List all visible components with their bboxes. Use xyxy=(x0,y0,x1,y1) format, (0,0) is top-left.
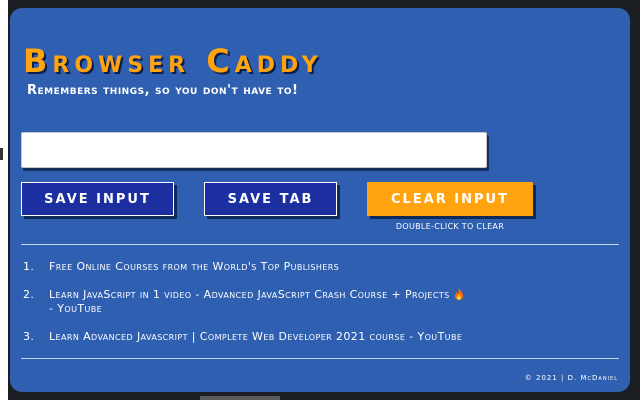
list-item: 1. Free Online Courses from the World's … xyxy=(21,260,619,274)
save-tab-button[interactable]: SAVE TAB xyxy=(204,182,337,216)
app-tagline: Remembers things, so you don't have to! xyxy=(27,83,299,98)
save-input-button[interactable]: SAVE INPUT xyxy=(21,182,174,216)
divider xyxy=(21,244,619,245)
copyright-footer: © 2021 | D. McDaniel xyxy=(524,374,618,382)
edge-mark xyxy=(0,148,3,160)
divider xyxy=(21,358,619,359)
item-number: 1. xyxy=(23,260,35,273)
clear-hint: DOUBLE-CLICK TO CLEAR xyxy=(395,222,505,231)
saved-link[interactable]: Learn JavaScript in 1 video - Advanced J… xyxy=(49,288,619,316)
saved-link[interactable]: Free Online Courses from the World's Top… xyxy=(49,260,619,274)
page-edge xyxy=(0,0,8,400)
popup-panel: Browser Caddy Remembers things, so you d… xyxy=(10,8,630,392)
clear-input-button[interactable]: CLEAR INPUT xyxy=(367,182,533,216)
saved-list: 1. Free Online Courses from the World's … xyxy=(21,260,619,358)
saved-link-suffix: - YouTube xyxy=(49,302,103,315)
fire-icon xyxy=(454,288,463,300)
list-item: 3. Learn Advanced Javascript | Complete … xyxy=(21,330,619,344)
url-input[interactable] xyxy=(21,132,487,168)
scrollbar-fragment xyxy=(200,396,280,400)
saved-link-title: Learn JavaScript in 1 video - Advanced J… xyxy=(49,288,450,301)
saved-link[interactable]: Learn Advanced Javascript | Complete Web… xyxy=(49,330,619,344)
item-number: 2. xyxy=(23,288,35,301)
item-number: 3. xyxy=(23,330,35,343)
list-item: 2. Learn JavaScript in 1 video - Advance… xyxy=(21,288,619,316)
app-title: Browser Caddy xyxy=(23,42,323,80)
